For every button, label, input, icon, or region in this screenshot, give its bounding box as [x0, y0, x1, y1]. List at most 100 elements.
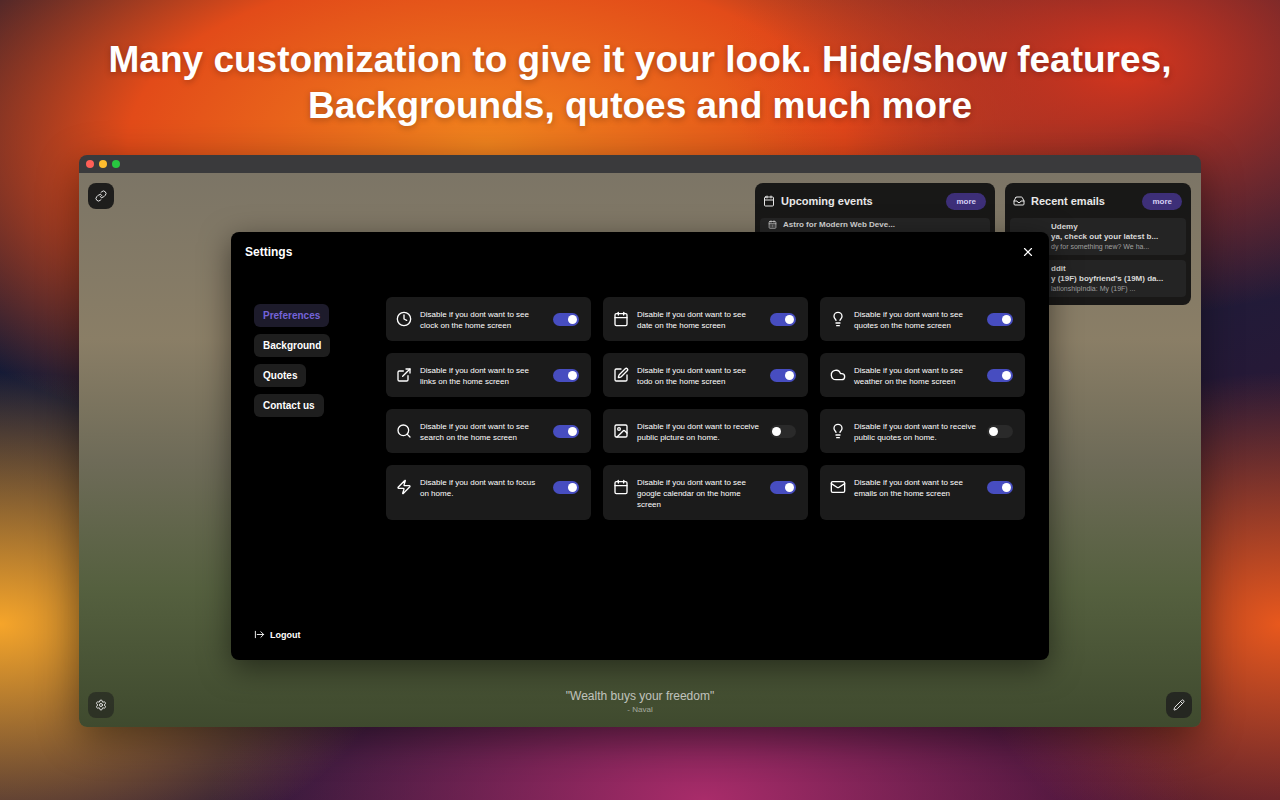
- settings-button[interactable]: [88, 692, 114, 718]
- preference-label: Disable if you dont want to see search o…: [420, 421, 545, 443]
- switch-knob: [568, 427, 577, 436]
- switch-knob: [772, 427, 781, 436]
- title-bar: [79, 155, 1201, 173]
- preference-switch[interactable]: [770, 481, 796, 494]
- event-title: Astro for Modern Web Deve...: [783, 220, 895, 230]
- preference-label: Disable if you dont want to see todo on …: [637, 365, 762, 387]
- email-preview: dy for something new? We ha...: [1051, 242, 1182, 251]
- nav-item[interactable]: Contact us: [254, 394, 324, 417]
- switch-knob: [1002, 315, 1011, 324]
- lightbulb-icon: [830, 423, 846, 439]
- zap-icon: [396, 479, 412, 495]
- preference-switch[interactable]: [987, 481, 1013, 494]
- switch-knob: [1002, 371, 1011, 380]
- email-subject: y (19F) boyfriend's (19M) da...: [1051, 274, 1182, 284]
- settings-dialog: Settings Preferences Background Quotes Conta…: [231, 232, 1049, 660]
- external-link-icon: [396, 367, 412, 383]
- headline: Many customization to give it your look.…: [109, 0, 1172, 155]
- inbox-icon: [1013, 195, 1025, 207]
- gear-icon: [95, 699, 107, 711]
- preference-switch[interactable]: [553, 425, 579, 438]
- preferences-grid: Disable if you dont want to see clock on…: [386, 297, 1025, 640]
- settings-sidebar: Preferences Background Quotes Contact us Log…: [254, 272, 386, 640]
- quote-text: "Wealth buys your freedom": [566, 689, 714, 703]
- new-tab-page: Upcoming events more Astro for Modern Web …: [79, 173, 1201, 727]
- preference-switch[interactable]: [987, 369, 1013, 382]
- calendar-icon: [613, 479, 629, 495]
- pencil-icon: [1173, 699, 1185, 711]
- switch-knob: [989, 427, 998, 436]
- preference-label: Disable if you dont want to receive publ…: [637, 421, 762, 443]
- mail-icon: [830, 479, 846, 495]
- widget-header: Upcoming events more: [760, 189, 990, 213]
- calendar-icon: [613, 311, 629, 327]
- preference-label: Disable if you dont want to focus on hom…: [420, 477, 545, 499]
- close-button[interactable]: [1021, 245, 1035, 259]
- clock-icon: [396, 311, 412, 327]
- close-icon: [1021, 245, 1035, 259]
- page: Many customization to give it your look.…: [0, 0, 1280, 800]
- settings-nav: Preferences Background Quotes Contact us: [254, 304, 386, 417]
- switch-knob: [785, 483, 794, 492]
- logout-icon: [254, 629, 265, 640]
- headline-line: Backgrounds, qutoes and much more: [308, 83, 972, 129]
- preference-switch[interactable]: [770, 313, 796, 326]
- switch-knob: [568, 315, 577, 324]
- preference-switch[interactable]: [553, 481, 579, 494]
- preference-switch[interactable]: [987, 313, 1013, 326]
- email-preview: lationshipIndia: My (19F) ...: [1051, 284, 1182, 293]
- browser-window: Upcoming events more Astro for Modern Web …: [79, 155, 1201, 727]
- preference-switch[interactable]: [987, 425, 1013, 438]
- dialog-title: Settings: [245, 245, 292, 259]
- preference-card: Disable if you dont want to see emails o…: [820, 465, 1025, 520]
- preference-switch[interactable]: [553, 369, 579, 382]
- preference-label: Disable if you dont want to see quotes o…: [854, 309, 979, 331]
- headline-line: Many customization to give it your look.…: [109, 37, 1172, 83]
- zoom-light[interactable]: [112, 160, 120, 168]
- calendar-icon: [768, 220, 777, 229]
- close-light[interactable]: [86, 160, 94, 168]
- edit-icon: [613, 367, 629, 383]
- edit-button[interactable]: [1166, 692, 1192, 718]
- preference-card: Disable if you dont want to see todo on …: [603, 353, 808, 397]
- dialog-body: Preferences Background Quotes Contact us Log…: [231, 272, 1049, 660]
- preference-card: Disable if you dont want to see clock on…: [386, 297, 591, 341]
- email-sender: ddit: [1051, 264, 1182, 274]
- more-button[interactable]: more: [946, 193, 986, 210]
- preference-card: Disable if you dont want to receive publ…: [603, 409, 808, 453]
- preference-label: Disable if you dont want to see google c…: [637, 477, 762, 510]
- preference-card: Disable if you dont want to see search o…: [386, 409, 591, 453]
- preference-card: Disable if you dont want to see weather …: [820, 353, 1025, 397]
- preference-card: Disable if you dont want to see date on …: [603, 297, 808, 341]
- switch-knob: [785, 315, 794, 324]
- quote: "Wealth buys your freedom"- Naval: [79, 689, 1201, 714]
- logout-button[interactable]: Logout: [254, 629, 386, 640]
- search-icon: [396, 423, 412, 439]
- cloud-icon: [830, 367, 846, 383]
- nav-item[interactable]: Background: [254, 334, 330, 357]
- more-button[interactable]: more: [1142, 193, 1182, 210]
- preference-card: Disable if you dont want to see google c…: [603, 465, 808, 520]
- image-icon: [613, 423, 629, 439]
- nav-item[interactable]: Preferences: [254, 304, 329, 327]
- preference-label: Disable if you dont want to see weather …: [854, 365, 979, 387]
- nav-item[interactable]: Quotes: [254, 364, 306, 387]
- widget-title: Upcoming events: [781, 195, 940, 207]
- preference-switch[interactable]: [553, 313, 579, 326]
- widget-header: Recent emailsmore: [1010, 189, 1186, 213]
- email-subject: ya, check out your latest b...: [1051, 232, 1182, 242]
- preference-label: Disable if you dont want to see clock on…: [420, 309, 545, 331]
- preference-switch[interactable]: [770, 425, 796, 438]
- calendar-icon: [763, 195, 775, 207]
- switch-knob: [1002, 483, 1011, 492]
- switch-knob: [568, 371, 577, 380]
- preference-label: Disable if you dont want to see emails o…: [854, 477, 979, 499]
- preference-card: Disable if you dont want to focus on hom…: [386, 465, 591, 520]
- links-button[interactable]: [88, 183, 114, 209]
- preference-switch[interactable]: [770, 369, 796, 382]
- preference-label: Disable if you dont want to see date on …: [637, 309, 762, 331]
- minimize-light[interactable]: [99, 160, 107, 168]
- lightbulb-icon: [830, 311, 846, 327]
- email-sender: Udemy: [1051, 222, 1182, 232]
- dialog-header: Settings: [231, 232, 1049, 272]
